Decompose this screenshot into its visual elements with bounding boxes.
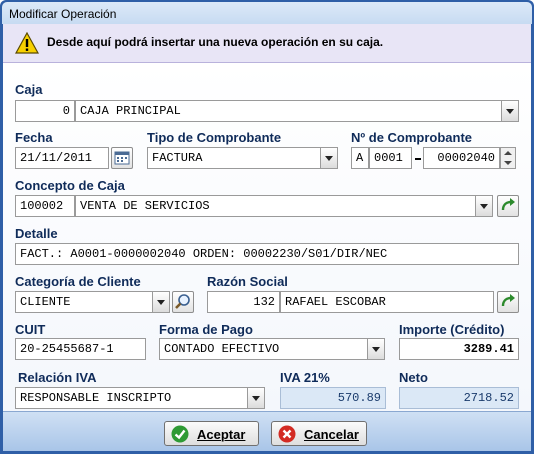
button-bar: Aceptar Cancelar — [3, 411, 531, 451]
categoria-value: CLIENTE — [20, 295, 71, 309]
check-icon — [171, 425, 189, 443]
detalle-label: Detalle — [15, 226, 58, 241]
cuit-label: CUIT — [15, 322, 46, 337]
razon-social-code-field[interactable]: 132 — [207, 291, 280, 313]
cancel-icon — [278, 425, 296, 443]
chevron-down-icon[interactable] — [501, 101, 518, 121]
dialog-body: Desde aquí podrá insertar una nueva oper… — [3, 24, 531, 451]
tipo-comprobante-select[interactable]: FACTURA — [147, 147, 338, 169]
forma-pago-value: CONTADO EFECTIVO — [164, 342, 280, 356]
detalle-field[interactable]: FACT.: A0001-0000002040 ORDEN: 00002230/… — [15, 243, 519, 265]
operation-form: Caja 0 CAJA PRINCIPAL Fecha 21/11/2011 T… — [3, 63, 531, 411]
refresh-icon — [501, 294, 515, 307]
relacion-iva-value: RESPONSABLE INSCRIPTO — [20, 391, 172, 405]
neto-label: Neto — [399, 370, 428, 385]
info-banner: Desde aquí podrá insertar una nueva oper… — [3, 24, 531, 63]
categoria-label: Categoría de Cliente — [15, 274, 141, 289]
importe-field[interactable]: 3289.41 — [399, 338, 519, 360]
comprobante-spinner[interactable] — [500, 147, 516, 169]
window-title: Modificar Operación — [9, 7, 117, 21]
relacion-iva-label: Relación IVA — [18, 370, 97, 385]
nro-comprobante-label: Nº de Comprobante — [351, 130, 473, 145]
chevron-down-icon[interactable] — [367, 339, 384, 359]
accept-button[interactable]: Aceptar — [164, 421, 259, 446]
importe-label: Importe (Crédito) — [399, 322, 505, 337]
iva-label: IVA 21% — [280, 370, 330, 385]
refresh-icon — [501, 198, 515, 211]
search-icon — [175, 294, 190, 309]
comprobante-punto-field[interactable]: 0001 — [369, 147, 412, 169]
iva-field: 570.89 — [280, 387, 386, 409]
spin-up-icon[interactable] — [504, 151, 512, 155]
caja-code-field[interactable]: 0 — [15, 100, 75, 122]
concepto-refresh-button[interactable] — [497, 195, 519, 217]
title-bar[interactable]: Modificar Operación — [2, 2, 532, 24]
banner-message: Desde aquí podrá insertar una nueva oper… — [47, 35, 384, 49]
tipo-comprobante-label: Tipo de Comprobante — [147, 130, 282, 145]
spin-down-icon[interactable] — [504, 161, 512, 165]
concepto-select[interactable]: VENTA DE SERVICIOS — [75, 195, 493, 217]
calendar-icon — [114, 151, 130, 165]
chevron-down-icon[interactable] — [152, 292, 169, 312]
relacion-iva-select[interactable]: RESPONSABLE INSCRIPTO — [15, 387, 265, 409]
calendar-button[interactable] — [111, 147, 133, 169]
razon-social-label: Razón Social — [207, 274, 288, 289]
accept-label: Aceptar — [197, 427, 246, 442]
comprobante-letra-field[interactable]: A — [351, 147, 369, 169]
forma-pago-select[interactable]: CONTADO EFECTIVO — [159, 338, 385, 360]
neto-field: 2718.52 — [399, 387, 519, 409]
cuit-field[interactable]: 20-25455687-1 — [15, 338, 146, 360]
fecha-field[interactable]: 21/11/2011 — [15, 147, 109, 169]
concepto-name: VENTA DE SERVICIOS — [80, 199, 210, 213]
caja-name: CAJA PRINCIPAL — [80, 104, 181, 118]
concepto-label: Concepto de Caja — [15, 178, 125, 193]
tipo-comprobante-value: FACTURA — [152, 151, 203, 165]
separator-dash — [415, 158, 421, 160]
cancel-button[interactable]: Cancelar — [271, 421, 367, 446]
concepto-code-field[interactable]: 100002 — [15, 195, 75, 217]
razon-social-refresh-button[interactable] — [497, 291, 519, 313]
chevron-down-icon[interactable] — [247, 388, 264, 408]
categoria-select[interactable]: CLIENTE — [15, 291, 170, 313]
dialog-window: Modificar Operación Desde aquí podrá ins… — [0, 0, 534, 454]
fecha-label: Fecha — [15, 130, 53, 145]
caja-label: Caja — [15, 82, 43, 97]
warning-icon — [15, 32, 39, 54]
categoria-search-button[interactable] — [172, 291, 194, 313]
forma-pago-label: Forma de Pago — [159, 322, 253, 337]
cancel-label: Cancelar — [304, 427, 359, 442]
chevron-down-icon[interactable] — [320, 148, 337, 168]
comprobante-numero-field[interactable]: 00002040 — [423, 147, 500, 169]
caja-select[interactable]: CAJA PRINCIPAL — [75, 100, 519, 122]
chevron-down-icon[interactable] — [475, 196, 492, 216]
razon-social-name-field[interactable]: RAFAEL ESCOBAR — [280, 291, 494, 313]
